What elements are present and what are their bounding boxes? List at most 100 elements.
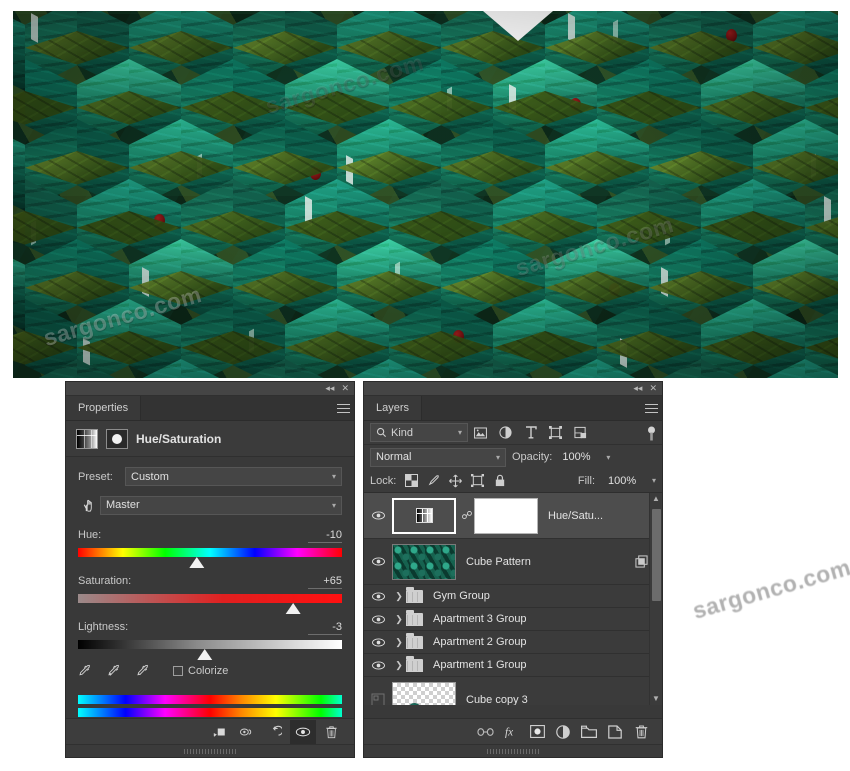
table-row[interactable]: Cube Pattern [364,539,662,585]
opacity-field[interactable]: 100% ▾ [558,447,611,467]
layer-name[interactable]: Apartment 2 Group [433,636,527,648]
layer-mask-thumbnail[interactable] [474,497,538,534]
layer-visibility-icon[interactable] [364,637,392,648]
lightness-value[interactable]: -3 [308,621,342,635]
layers-menu-icon[interactable] [640,396,662,420]
tab-layers[interactable]: Layers [364,396,423,420]
pixel-layer-filter-icon[interactable] [468,423,493,443]
lightness-track[interactable] [78,640,342,660]
saturation-track[interactable] [78,594,342,614]
chevron-right-icon[interactable]: ❯ [392,637,406,648]
hue-track[interactable] [78,548,342,568]
blend-mode-select[interactable]: Normal ▾ [370,447,506,467]
result-color-ramp[interactable] [78,708,342,717]
type-layer-filter-icon[interactable] [518,423,543,443]
fill-field[interactable]: 100% ▾ [604,471,656,490]
delete-adjustment-button[interactable] [318,720,344,744]
table-row[interactable]: ❯ Apartment 3 Group [364,608,662,631]
add-layer-style-button[interactable]: fx [502,723,520,741]
folder-icon [406,609,423,626]
close-icon[interactable]: ✕ [649,384,657,393]
preset-select[interactable]: Custom ▾ [125,467,342,486]
layer-visibility-icon[interactable] [364,591,392,602]
delete-layer-button[interactable] [632,723,650,741]
mask-link-icon[interactable]: ☍ [460,509,474,522]
close-icon[interactable]: ✕ [341,384,349,393]
preset-row: Preset: Custom ▾ [78,467,342,486]
layer-thumbnail[interactable] [392,681,456,705]
chevron-right-icon[interactable]: ❯ [392,591,406,602]
layer-visibility-icon[interactable] [364,556,392,567]
link-layers-button[interactable] [476,723,494,741]
layer-name[interactable]: Apartment 3 Group [433,613,527,625]
lock-image-pixels-icon[interactable] [427,474,440,487]
properties-menu-icon[interactable] [332,396,354,420]
layer-name[interactable]: Gym Group [433,590,490,602]
table-row[interactable]: ❯ Apartment 1 Group [364,654,662,677]
saturation-value[interactable]: +65 [308,575,342,589]
colorize-checkbox[interactable] [173,665,183,676]
resize-grip[interactable] [184,748,236,754]
adjustment-layer-filter-icon[interactable] [493,423,518,443]
hue-value[interactable]: -10 [308,529,342,543]
filter-kind-select[interactable]: Kind ▾ [370,423,468,442]
reset-button[interactable] [262,720,288,744]
channel-select[interactable]: Master ▾ [100,495,342,515]
layer-name[interactable]: Cube copy 3 [466,694,528,706]
toggle-visibility-button[interactable] [290,719,316,744]
chevron-right-icon[interactable]: ❯ [392,660,406,671]
scrollbar-track[interactable] [651,505,661,693]
document-canvas[interactable]: sargonco.com sargonco.com sargonco.com [13,11,838,378]
eyedropper-subtract-icon[interactable] [136,663,151,678]
view-previous-state-button[interactable] [234,720,260,744]
scroll-up-icon[interactable]: ▲ [652,493,660,505]
clip-to-layer-button[interactable] [206,720,232,744]
layer-name[interactable]: Hue/Satu... [548,510,603,522]
shape-layer-filter-icon[interactable] [543,423,568,443]
smart-object-filter-icon[interactable] [568,423,593,443]
layer-visibility-icon[interactable] [364,510,392,521]
layers-resize-strip[interactable] [364,744,662,757]
colorize-checkbox-group[interactable]: Colorize [173,665,228,677]
new-adjustment-layer-button[interactable] [554,723,572,741]
layer-visibility-icon[interactable] [364,660,392,671]
resize-grip[interactable] [487,748,539,754]
eyedropper-add-icon[interactable] [107,663,122,678]
table-row[interactable]: ❯ Gym Group [364,585,662,608]
lightness-slider-block: Lightness: -3 [78,621,342,660]
properties-panel[interactable]: ◂◂ ✕ Properties Hue/Saturation Preset: C… [65,381,355,758]
chevron-right-icon[interactable]: ❯ [392,614,406,625]
collapse-icon[interactable]: ◂◂ [633,384,642,393]
layers-panel[interactable]: ◂◂ ✕ Layers Kind ▾ Normal ▾ Opacity: 100… [363,381,663,758]
layer-thumbnail[interactable] [392,497,456,534]
collapse-icon[interactable]: ◂◂ [325,384,334,393]
layers-list[interactable]: ☍ Hue/Satu... Cube Pattern ❯ Gym Group ❯… [364,493,662,705]
targeted-adjustment-hand-icon[interactable] [78,495,100,515]
filter-enable-toggle[interactable] [647,426,656,440]
tabstrip-filler [422,396,640,420]
saturation-slider-handle[interactable] [285,603,301,614]
layer-name[interactable]: Cube Pattern [466,556,531,568]
table-row[interactable]: ☍ Hue/Satu... [364,493,662,539]
add-layer-mask-button[interactable] [528,723,546,741]
hue-slider-handle[interactable] [189,557,205,568]
layer-visibility-icon[interactable] [364,614,392,625]
lock-artboard-nesting-icon[interactable] [471,474,485,487]
layer-visibility-icon[interactable] [364,693,392,705]
table-row[interactable]: Cube copy 3 [364,677,662,705]
properties-resize-strip[interactable] [66,744,354,757]
scroll-down-icon[interactable]: ▼ [652,693,660,705]
eyedropper-icon[interactable] [78,663,93,678]
layer-name[interactable]: Apartment 1 Group [433,659,527,671]
layers-scrollbar[interactable]: ▲ ▼ [649,493,662,705]
lock-all-icon[interactable] [493,474,506,487]
lock-position-icon[interactable] [449,474,463,487]
lock-transparent-pixels-icon[interactable] [405,474,419,487]
new-layer-button[interactable] [606,723,624,741]
table-row[interactable]: ❯ Apartment 2 Group [364,631,662,654]
lightness-slider-handle[interactable] [197,649,213,660]
new-group-button[interactable] [580,723,598,741]
layer-thumbnail[interactable] [392,543,456,580]
tab-properties[interactable]: Properties [66,396,142,420]
scrollbar-thumb[interactable] [651,509,661,601]
